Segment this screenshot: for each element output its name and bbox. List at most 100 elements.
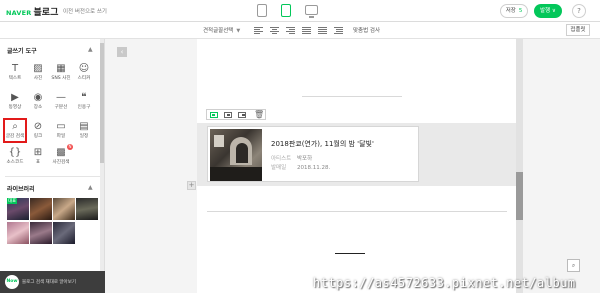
tool-table[interactable]: ⊞ 표: [27, 146, 49, 168]
library-thumbnail[interactable]: [53, 222, 75, 244]
save-count: 5: [518, 8, 523, 14]
spell-check-button[interactable]: 맞춤법 검사: [353, 26, 380, 34]
align-justify-icon[interactable]: [302, 27, 311, 34]
library-thumbnail[interactable]: 대표: [7, 198, 29, 220]
library-thumbnail[interactable]: [53, 198, 75, 220]
top-bar: NAVER 블로그 이전 버전으로 쓰기 저장 5 발행 ∨ ?: [0, 0, 600, 22]
tablet-view-icon[interactable]: [281, 4, 291, 17]
align-left-icon[interactable]: [254, 27, 263, 34]
trash-icon[interactable]: 🗑: [254, 110, 264, 119]
naver-brand: NAVER: [6, 9, 32, 17]
naver-blog-logo[interactable]: NAVER 블로그: [6, 5, 58, 18]
banner-text: 블로그 검색 재대로 알아보기: [22, 280, 76, 285]
artist-row: 아티스트 박포하: [271, 154, 312, 162]
mobile-view-icon[interactable]: [257, 4, 267, 17]
editor-scrollbar[interactable]: [516, 39, 523, 293]
tool-label: 파일: [56, 134, 66, 139]
source-code-icon: {}: [8, 147, 22, 158]
align-right-icon[interactable]: [286, 27, 295, 34]
help-button[interactable]: ?: [572, 4, 586, 18]
link-icon: ⊘: [33, 121, 43, 132]
file-icon: ▭: [56, 121, 66, 132]
writing-tools-panel: 글쓰기 도구 ▲ T 텍스트 ▨ 사진 ▦ SNS 사진 ☺ 스티커 ▶ 동영상…: [0, 39, 105, 271]
tool-photo[interactable]: ▨ 사진: [27, 62, 49, 84]
tool-label: 동영상: [8, 105, 22, 110]
library-title: 라이브러리: [7, 186, 35, 193]
tool-file[interactable]: ▭ 파일: [50, 120, 72, 142]
scroll-thumb[interactable]: [516, 172, 523, 220]
collapse-up-icon[interactable]: ▲: [88, 184, 93, 191]
text-icon: T: [11, 63, 19, 74]
music-card[interactable]: 2018판쿄(연가), 11월의 밤 '달빛' 아티스트 박포하 발매일 2018.…: [207, 126, 419, 182]
artist-value: 박포하: [297, 156, 313, 162]
align-right-block-icon[interactable]: [238, 112, 246, 118]
tool-link[interactable]: ⊘ 링크: [27, 120, 49, 142]
blog-brand: 블로그: [33, 8, 59, 18]
library-thumbnail[interactable]: [30, 198, 52, 220]
tool-label: 소스코드: [6, 160, 24, 165]
artist-key: 아티스트: [271, 156, 292, 162]
tool-label: SNS 사진: [51, 76, 71, 81]
bottom-banner[interactable]: Now 블로그 검색 재대로 알아보기: [0, 271, 105, 293]
tool-source-code[interactable]: {} 소스코드: [4, 146, 26, 168]
close-template-button[interactable]: 접플릿: [566, 24, 590, 36]
font-select[interactable]: 견적글꼴선택 ▼: [203, 26, 240, 34]
tool-sticker[interactable]: ☺ 스티커: [73, 62, 95, 84]
library-thumbnail[interactable]: [30, 222, 52, 244]
tool-quote[interactable]: ❝ 인용구: [73, 91, 95, 113]
panel-divider: [5, 176, 100, 177]
watermark: https://as4572633.pixnet.net/album: [313, 276, 576, 290]
tool-schedule[interactable]: ▤ 일정: [73, 120, 95, 142]
video-icon: ▶: [11, 92, 19, 103]
tool-place[interactable]: ◉ 장소: [27, 91, 49, 113]
tool-sns-photo[interactable]: ▦ SNS 사진: [50, 62, 72, 84]
search-glass-icon: ⌕: [12, 121, 18, 132]
album-cover: [210, 129, 262, 181]
block-align-toolbar: 🗑: [206, 109, 266, 120]
representative-tag: 대표: [7, 198, 18, 204]
tool-photo-search[interactable]: ▩ 사진검색 N: [50, 144, 73, 168]
tool-label: 사진검색: [52, 160, 70, 165]
publish-button[interactable]: 발행 ∨: [534, 4, 562, 18]
tool-divider[interactable]: — 구분선: [50, 91, 72, 113]
collapse-up-icon[interactable]: ▲: [88, 46, 93, 53]
table-icon: ⊞: [33, 147, 43, 158]
library-thumbnail[interactable]: [76, 198, 98, 220]
place-icon: ◉: [33, 92, 43, 103]
prev-version-link[interactable]: 이전 버전으로 쓰기: [63, 7, 107, 15]
quote-icon: ❝: [81, 92, 87, 103]
collapse-panel-button[interactable]: ‹: [117, 47, 127, 57]
add-block-button[interactable]: +: [187, 181, 196, 190]
format-toolbar: 견적글꼴선택 ▼ 맞춤법 검사 접플릿: [0, 22, 600, 39]
zoom-icon[interactable]: ⌕: [567, 259, 580, 272]
photo-icon: ▨: [33, 63, 43, 74]
editor-canvas[interactable]: 🗑 2018판쿄(연가), 11월의 밤 '달빛' 아티스트 박포하 발매일 201…: [197, 39, 517, 293]
save-button[interactable]: 저장 5: [500, 4, 528, 18]
tool-label: 인용구: [77, 105, 91, 110]
library-thumbnail[interactable]: [7, 222, 29, 244]
new-badge: N: [67, 144, 73, 150]
align-left-block-icon[interactable]: [210, 112, 218, 118]
align-center-icon[interactable]: [270, 27, 279, 34]
tool-label: 일정: [79, 134, 89, 139]
tool-material-search[interactable]: ⌕ 글감 검색: [3, 118, 27, 143]
tool-label: 장소: [33, 105, 43, 110]
save-label: 저장: [505, 8, 516, 14]
line-spacing-icon[interactable]: [318, 27, 327, 34]
align-center-block-icon[interactable]: [224, 112, 232, 118]
divider-line: [207, 211, 507, 212]
sns-photo-icon: ▦: [56, 63, 66, 74]
right-margin: [523, 39, 600, 293]
divider-icon: —: [56, 92, 66, 103]
tool-video[interactable]: ▶ 동영상: [4, 91, 26, 113]
release-row: 발매일 2018.11.28.: [271, 163, 330, 171]
calendar-icon: ▤: [79, 121, 89, 132]
tool-label: 글감 검색: [5, 134, 25, 139]
tools-title: 글쓰기 도구: [7, 48, 37, 55]
pc-view-icon[interactable]: [305, 5, 318, 18]
indent-icon[interactable]: [334, 27, 343, 34]
panel-scrollbar[interactable]: [100, 39, 104, 271]
now-logo: Now: [5, 275, 19, 289]
tool-text[interactable]: T 텍스트: [4, 62, 26, 84]
tool-label: 구분선: [54, 105, 68, 110]
